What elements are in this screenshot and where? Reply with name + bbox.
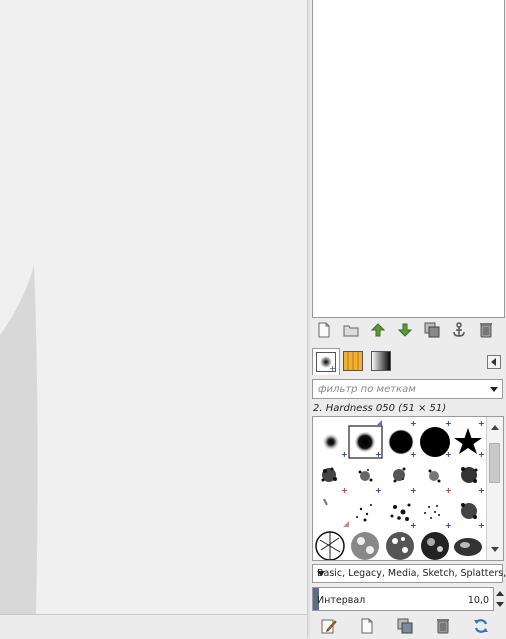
scroll-down-icon[interactable] — [491, 547, 499, 552]
svg-text:+: + — [478, 419, 485, 428]
new-brush-button[interactable] — [348, 616, 386, 636]
brushes-toolbar — [310, 615, 506, 637]
tag-filter-placeholder: фильтр по меткам — [318, 384, 416, 395]
brush-tags-text: Basic, Legacy, Media, Sketch, Splatters, — [317, 568, 506, 579]
raise-layer-icon — [370, 323, 385, 337]
brush-sparse-row[interactable] — [323, 498, 477, 522]
tab-menu-button[interactable] — [487, 355, 501, 369]
edit-brush-icon — [321, 619, 337, 634]
duplicate-brush-button[interactable] — [386, 616, 424, 636]
svg-text:+: + — [341, 450, 348, 459]
anchor-layer-button[interactable] — [445, 320, 472, 340]
tab-patterns[interactable] — [340, 348, 366, 374]
svg-text:+: + — [375, 450, 382, 459]
svg-text:+: + — [375, 486, 382, 495]
svg-text:+: + — [329, 364, 336, 372]
brush-texture-row[interactable] — [315, 531, 482, 560]
tab-brushes[interactable]: + — [312, 348, 340, 375]
scroll-up-icon[interactable] — [491, 425, 499, 430]
svg-text:+: + — [478, 521, 485, 530]
duplicate-brush-icon — [397, 618, 413, 634]
spacing-slider[interactable]: Интервал 10,0 — [312, 587, 494, 611]
refresh-brushes-button[interactable] — [462, 616, 500, 636]
lower-layer-icon — [397, 323, 412, 337]
spacing-value: 10,0 — [467, 595, 489, 606]
dropdown-arrow-icon — [490, 387, 498, 392]
svg-text:+: + — [445, 450, 452, 459]
dropdown-arrow-icon — [317, 571, 325, 576]
delete-layer-button[interactable] — [472, 320, 499, 340]
refresh-brushes-icon — [474, 619, 488, 633]
triangle-left-icon — [491, 358, 496, 366]
brush-tags-combo[interactable]: Basic, Legacy, Media, Sketch, Splatters, — [312, 564, 506, 583]
svg-text:+: + — [445, 419, 452, 428]
svg-text:+: + — [445, 486, 452, 495]
brush-splatter-row[interactable] — [321, 467, 478, 483]
new-group-icon — [343, 325, 358, 337]
canvas-shape — [0, 265, 38, 614]
spacing-label: Интервал — [317, 595, 366, 606]
raise-layer-button[interactable] — [364, 320, 391, 340]
scroll-thumb[interactable] — [489, 443, 500, 483]
layers-toolbar — [310, 319, 506, 341]
right-dock: + фильтр по меткам 2. Hardness 050 (51 ×… — [310, 0, 506, 638]
brush-grid-scrollbar[interactable] — [486, 417, 503, 560]
delete-layer-icon — [479, 323, 492, 338]
gradients-tab-icon — [371, 351, 391, 371]
brush-mark-triangle-top — [376, 420, 382, 426]
delete-brush-button[interactable] — [424, 616, 462, 636]
brush-grid[interactable]: + + + + + + + + + + + + + + + + — [312, 416, 504, 561]
brushes-tab-icon: + — [316, 352, 336, 372]
duplicate-layer-icon — [424, 322, 439, 338]
spacing-spinner[interactable] — [496, 587, 504, 611]
brush-previews: + + + + + + + + + + + + + + + + — [315, 419, 485, 560]
patterns-tab-icon — [343, 351, 363, 371]
delete-brush-icon — [437, 619, 449, 634]
selected-brush-name: 2. Hardness 050 (51 × 51) — [313, 403, 447, 414]
dock-tabs: + — [310, 346, 506, 376]
new-group-button[interactable] — [337, 320, 364, 340]
svg-text:+: + — [410, 521, 417, 530]
tag-filter-combo[interactable]: фильтр по меткам — [312, 379, 503, 399]
edit-brush-button[interactable] — [310, 616, 348, 636]
layers-list[interactable] — [312, 0, 505, 318]
lower-layer-button[interactable] — [391, 320, 418, 340]
svg-text:+: + — [410, 419, 417, 428]
svg-text:+: + — [410, 486, 417, 495]
new-brush-icon — [361, 618, 373, 634]
new-layer-icon — [318, 322, 329, 338]
svg-text:+: + — [478, 450, 485, 459]
brush-hardness-025[interactable] — [322, 433, 340, 451]
image-canvas[interactable] — [0, 0, 307, 614]
spin-down-icon[interactable] — [496, 602, 504, 607]
duplicate-layer-button[interactable] — [418, 320, 445, 340]
svg-text:+: + — [410, 450, 417, 459]
status-bar — [0, 614, 307, 639]
svg-text:+: + — [341, 486, 348, 495]
svg-text:+: + — [445, 521, 452, 530]
spin-up-icon[interactable] — [496, 591, 504, 596]
tab-gradients[interactable] — [368, 348, 394, 374]
svg-text:+: + — [478, 486, 485, 495]
anchor-layer-icon — [452, 322, 465, 337]
brush-mark-triangle — [343, 521, 349, 527]
new-layer-button[interactable] — [310, 320, 337, 340]
